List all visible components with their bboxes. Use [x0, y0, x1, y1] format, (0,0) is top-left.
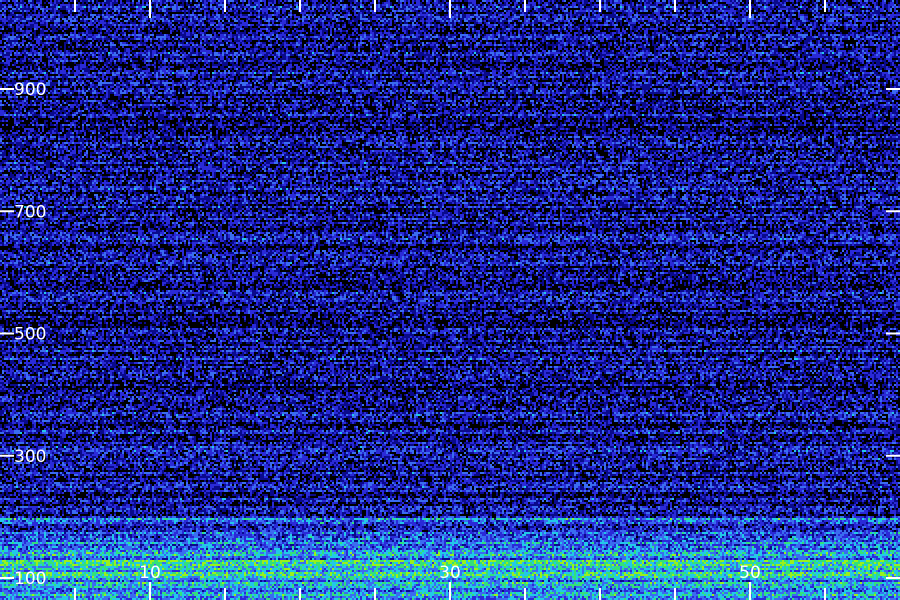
axes-overlay: 100 300 500 700 900 10 30 50 [0, 0, 900, 600]
y-tick-label: 300 [14, 447, 46, 467]
spectrogram-plot: 100 300 500 700 900 10 30 50 [0, 0, 900, 600]
y-tick-label: 500 [14, 325, 46, 345]
x-tick-label: 30 [439, 563, 461, 583]
x-axis-ticks [74, 0, 826, 600]
x-tick-label: 10 [139, 563, 161, 583]
y-tick-label: 900 [14, 80, 46, 100]
y-tick-label: 700 [14, 202, 46, 222]
y-axis-ticks [0, 88, 900, 579]
y-tick-label: 100 [14, 569, 46, 589]
tick-labels: 100 300 500 700 900 10 30 50 [14, 80, 761, 589]
x-tick-label: 50 [739, 563, 761, 583]
